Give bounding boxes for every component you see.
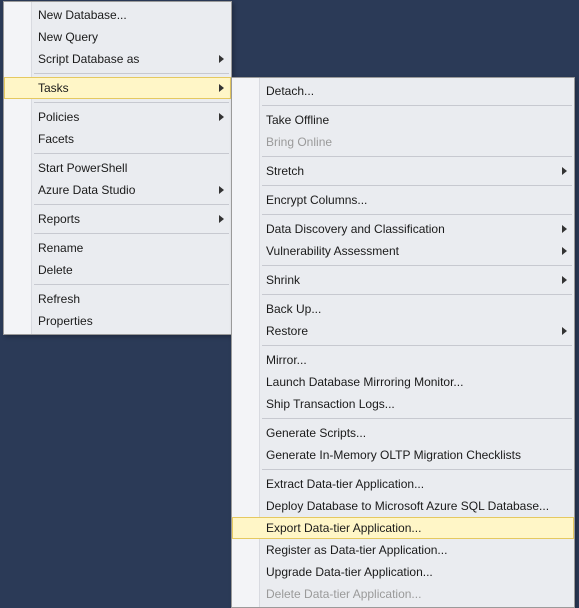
context-menu-tasks: Detach... Take Offline Bring Online Stretch…	[231, 77, 575, 608]
menu-item-label: Shrink	[266, 273, 554, 287]
chevron-right-icon	[219, 215, 224, 223]
menu-item-label: Stretch	[266, 164, 554, 178]
menu-item-label: Rename	[38, 241, 211, 255]
menu-item-new-query[interactable]: New Query	[4, 26, 231, 48]
menu-item-label: New Database...	[38, 8, 211, 22]
menu-item-encrypt-columns[interactable]: Encrypt Columns...	[232, 189, 574, 211]
chevron-right-icon	[219, 113, 224, 121]
chevron-right-icon	[562, 276, 567, 284]
chevron-right-icon	[562, 167, 567, 175]
menu-item-label: Take Offline	[266, 113, 554, 127]
menu-item-delete-dacpac: Delete Data-tier Application...	[232, 583, 574, 605]
menu-item-new-database[interactable]: New Database...	[4, 4, 231, 26]
chevron-right-icon	[562, 327, 567, 335]
menu-item-label: Extract Data-tier Application...	[266, 477, 554, 491]
menu-separator	[262, 214, 572, 215]
menu-separator	[34, 284, 229, 285]
menu-separator	[262, 185, 572, 186]
menu-item-rename[interactable]: Rename	[4, 237, 231, 259]
context-menu-main: New Database... New Query Script Database …	[3, 1, 232, 335]
menu-separator	[262, 105, 572, 106]
menu-separator	[34, 73, 229, 74]
menu-item-label: Azure Data Studio	[38, 183, 211, 197]
menu-item-label: Mirror...	[266, 353, 554, 367]
menu-item-mirror[interactable]: Mirror...	[232, 349, 574, 371]
menu-item-label: Generate Scripts...	[266, 426, 554, 440]
menu-item-delete[interactable]: Delete	[4, 259, 231, 281]
menu-item-label: Facets	[38, 132, 211, 146]
menu-item-facets[interactable]: Facets	[4, 128, 231, 150]
menu-item-upgrade-dacpac[interactable]: Upgrade Data-tier Application...	[232, 561, 574, 583]
menu-item-bring-online: Bring Online	[232, 131, 574, 153]
menu-separator	[34, 233, 229, 234]
menu-item-deploy-azure-sql[interactable]: Deploy Database to Microsoft Azure SQL D…	[232, 495, 574, 517]
menu-item-label: Bring Online	[266, 135, 554, 149]
menu-item-label: Launch Database Mirroring Monitor...	[266, 375, 554, 389]
menu-item-properties[interactable]: Properties	[4, 310, 231, 332]
chevron-right-icon	[219, 186, 224, 194]
menu-item-take-offline[interactable]: Take Offline	[232, 109, 574, 131]
menu-item-detach[interactable]: Detach...	[232, 80, 574, 102]
menu-item-start-powershell[interactable]: Start PowerShell	[4, 157, 231, 179]
menu-item-label: Refresh	[38, 292, 211, 306]
menu-separator	[34, 204, 229, 205]
menu-item-back-up[interactable]: Back Up...	[232, 298, 574, 320]
menu-item-launch-mirroring-monitor[interactable]: Launch Database Mirroring Monitor...	[232, 371, 574, 393]
menu-item-label: Upgrade Data-tier Application...	[266, 565, 554, 579]
menu-item-label: Start PowerShell	[38, 161, 211, 175]
menu-item-label: Tasks	[38, 81, 211, 95]
menu-item-label: Generate In-Memory OLTP Migration Checkl…	[266, 448, 554, 462]
menu-separator	[262, 469, 572, 470]
menu-item-label: Ship Transaction Logs...	[266, 397, 554, 411]
menu-item-policies[interactable]: Policies	[4, 106, 231, 128]
menu-item-script-database-as[interactable]: Script Database as	[4, 48, 231, 70]
menu-item-label: Export Data-tier Application...	[266, 521, 554, 535]
chevron-right-icon	[562, 225, 567, 233]
menu-item-azure-data-studio[interactable]: Azure Data Studio	[4, 179, 231, 201]
menu-item-generate-oltp-checklists[interactable]: Generate In-Memory OLTP Migration Checkl…	[232, 444, 574, 466]
chevron-right-icon	[219, 84, 224, 92]
menu-item-label: New Query	[38, 30, 211, 44]
menu-separator	[262, 156, 572, 157]
menu-item-generate-scripts[interactable]: Generate Scripts...	[232, 422, 574, 444]
menu-item-refresh[interactable]: Refresh	[4, 288, 231, 310]
menu-item-label: Encrypt Columns...	[266, 193, 554, 207]
menu-item-label: Register as Data-tier Application...	[266, 543, 554, 557]
menu-item-restore[interactable]: Restore	[232, 320, 574, 342]
menu-separator	[262, 418, 572, 419]
menu-item-label: Reports	[38, 212, 211, 226]
menu-item-label: Script Database as	[38, 52, 211, 66]
menu-item-tasks[interactable]: Tasks	[4, 77, 231, 99]
menu-item-label: Delete	[38, 263, 211, 277]
menu-item-extract-dacpac[interactable]: Extract Data-tier Application...	[232, 473, 574, 495]
menu-item-register-dacpac[interactable]: Register as Data-tier Application...	[232, 539, 574, 561]
menu-item-label: Deploy Database to Microsoft Azure SQL D…	[266, 499, 554, 513]
menu-item-stretch[interactable]: Stretch	[232, 160, 574, 182]
menu-item-label: Back Up...	[266, 302, 554, 316]
menu-separator	[34, 153, 229, 154]
menu-item-label: Properties	[38, 314, 211, 328]
chevron-right-icon	[219, 55, 224, 63]
menu-item-label: Data Discovery and Classification	[266, 222, 554, 236]
menu-separator	[262, 294, 572, 295]
menu-separator	[262, 265, 572, 266]
menu-item-label: Restore	[266, 324, 554, 338]
menu-item-vulnerability-assessment[interactable]: Vulnerability Assessment	[232, 240, 574, 262]
menu-item-ship-transaction-logs[interactable]: Ship Transaction Logs...	[232, 393, 574, 415]
menu-item-label: Delete Data-tier Application...	[266, 587, 554, 601]
menu-item-label: Policies	[38, 110, 211, 124]
menu-item-shrink[interactable]: Shrink	[232, 269, 574, 291]
menu-item-export-dacpac[interactable]: Export Data-tier Application...	[232, 517, 574, 539]
menu-item-label: Detach...	[266, 84, 554, 98]
menu-item-reports[interactable]: Reports	[4, 208, 231, 230]
chevron-right-icon	[562, 247, 567, 255]
menu-item-label: Vulnerability Assessment	[266, 244, 554, 258]
menu-item-data-discovery[interactable]: Data Discovery and Classification	[232, 218, 574, 240]
menu-separator	[34, 102, 229, 103]
menu-separator	[262, 345, 572, 346]
